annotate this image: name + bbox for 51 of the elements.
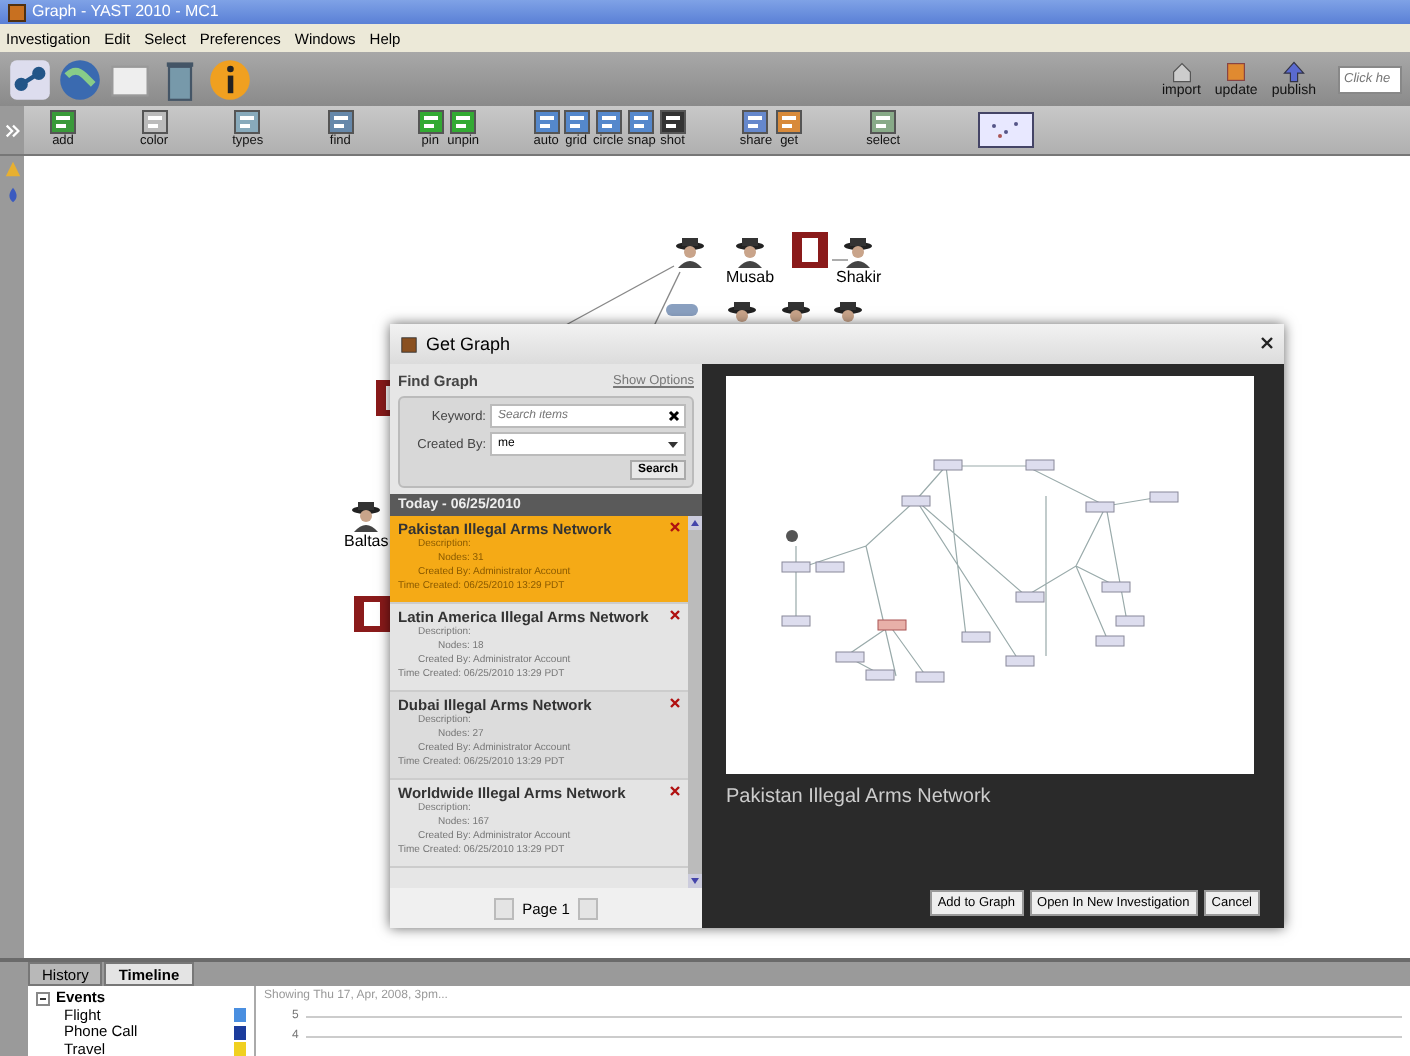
node-label: Shakir bbox=[836, 268, 882, 286]
node-label: Musab bbox=[726, 268, 775, 286]
caret-icon bbox=[668, 441, 678, 447]
tool-icon bbox=[533, 110, 560, 134]
preview-title: Pakistan Illegal Arms Network bbox=[726, 786, 993, 808]
delete-button[interactable] bbox=[670, 610, 680, 624]
up-arrow-icon bbox=[1281, 60, 1306, 84]
warning-icon bbox=[3, 160, 21, 178]
document-icon bbox=[354, 596, 390, 632]
minus-icon bbox=[38, 993, 48, 1004]
person-icon bbox=[734, 236, 766, 268]
collapse-icon[interactable] bbox=[36, 991, 50, 1006]
scroll-up-button[interactable] bbox=[688, 516, 702, 530]
cylinder-icon bbox=[664, 300, 700, 320]
tool-icon bbox=[659, 110, 686, 134]
network-icon bbox=[8, 57, 52, 101]
tool-icon bbox=[628, 110, 655, 134]
box-icon bbox=[1224, 60, 1249, 84]
delete-button[interactable] bbox=[670, 786, 680, 800]
dialog-title: Get Graph bbox=[426, 334, 511, 354]
info-icon bbox=[208, 57, 252, 101]
drop-icon bbox=[3, 186, 21, 204]
double-chevron-icon bbox=[3, 121, 21, 139]
tool-icon bbox=[234, 110, 261, 134]
tool-icon bbox=[450, 110, 477, 134]
person-icon bbox=[674, 236, 706, 268]
scrollbar[interactable] bbox=[688, 516, 702, 888]
app-icon bbox=[400, 335, 418, 353]
app-icon bbox=[8, 3, 26, 21]
delete-button[interactable] bbox=[670, 522, 680, 536]
house-icon bbox=[1169, 60, 1194, 84]
tool-icon bbox=[870, 110, 897, 134]
tool-icon bbox=[327, 110, 354, 134]
tool-icon bbox=[776, 110, 803, 134]
node-label: Baltas bbox=[344, 532, 389, 550]
person-icon bbox=[842, 236, 875, 268]
tool-icon bbox=[141, 110, 168, 134]
tool-icon bbox=[563, 110, 590, 134]
tool-icon bbox=[595, 110, 622, 134]
delete-button[interactable] bbox=[670, 698, 680, 712]
tool-icon bbox=[50, 110, 76, 134]
graph-overview-thumbnail[interactable] bbox=[978, 112, 1035, 148]
close-button[interactable] bbox=[1260, 334, 1274, 354]
tool-icon bbox=[417, 110, 444, 134]
tool-icon bbox=[742, 110, 769, 134]
document-icon bbox=[792, 232, 828, 268]
edge-line bbox=[831, 259, 849, 261]
window-title: Graph - YAST 2010 - MC1 bbox=[32, 0, 219, 24]
globe-icon bbox=[58, 57, 102, 101]
person-icon bbox=[350, 500, 383, 532]
scroll-down-button[interactable] bbox=[688, 874, 702, 888]
